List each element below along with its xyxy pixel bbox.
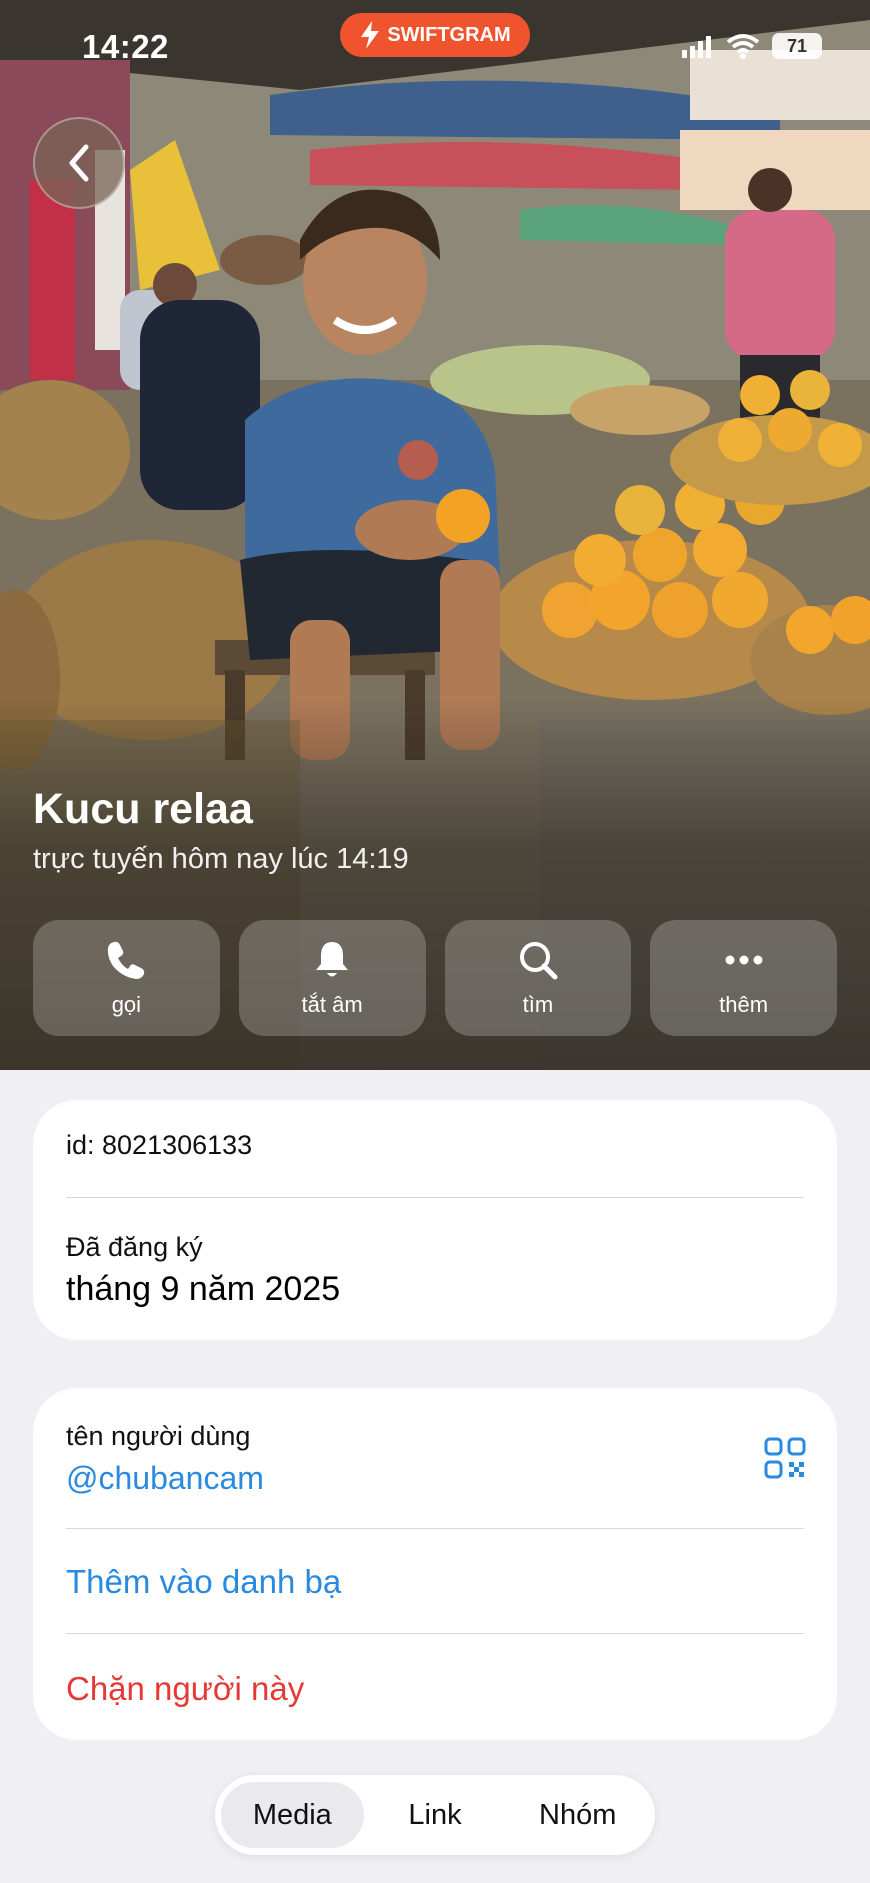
status-icons: 71 xyxy=(682,33,822,59)
chevron-left-icon xyxy=(69,144,89,182)
last-seen-status: trực tuyến hôm nay lúc 14:19 xyxy=(33,843,409,875)
divider xyxy=(66,1633,804,1634)
wifi-icon xyxy=(726,34,760,59)
info-card: id: 8021306133 Đã đăng ký tháng 9 năm 20… xyxy=(33,1100,837,1340)
mute-label: tắt âm xyxy=(301,992,363,1017)
phone-icon xyxy=(108,941,145,979)
swiftgram-label: SWIFTGRAM xyxy=(387,23,511,46)
profile-name: Kucu relaa xyxy=(33,785,253,833)
profile-photo-header xyxy=(0,0,870,1070)
media-tab-bar: Media Link Nhóm xyxy=(215,1775,655,1855)
lightning-icon xyxy=(361,21,380,49)
registered-value: tháng 9 năm 2025 xyxy=(66,1270,341,1308)
call-label: gọi xyxy=(111,992,142,1017)
action-buttons: gọi tắt âm tìm thêm xyxy=(33,920,837,1036)
bell-icon xyxy=(316,942,349,977)
more-label: thêm xyxy=(719,992,769,1017)
back-button[interactable] xyxy=(33,117,125,209)
registered-label: Đã đăng ký xyxy=(66,1232,203,1262)
username-value[interactable]: @chubancam xyxy=(66,1460,804,1497)
divider xyxy=(66,1528,804,1529)
search-label: tìm xyxy=(522,992,554,1017)
qr-code-icon[interactable] xyxy=(763,1436,807,1480)
call-button[interactable]: gọi xyxy=(33,920,220,1036)
user-id[interactable]: id: 8021306133 xyxy=(66,1130,804,1161)
username-label: tên người dùng xyxy=(66,1421,251,1451)
swiftgram-badge[interactable]: SWIFTGRAM xyxy=(340,13,530,57)
battery-indicator: 71 xyxy=(772,33,822,59)
divider xyxy=(66,1197,804,1198)
tab-link[interactable]: Link xyxy=(364,1782,507,1848)
more-button[interactable]: thêm xyxy=(650,920,837,1036)
more-icon xyxy=(725,955,763,965)
status-time: 14:22 xyxy=(82,28,169,65)
block-user-button[interactable]: Chặn người này xyxy=(66,1670,804,1708)
search-button[interactable]: tìm xyxy=(444,920,632,1036)
tab-media[interactable]: Media xyxy=(221,1782,364,1848)
add-to-contacts-button[interactable]: Thêm vào danh bạ xyxy=(66,1563,804,1601)
username-card: tên người dùng @chubancam Thêm vào danh … xyxy=(33,1388,837,1740)
signal-icon xyxy=(682,36,711,58)
search-icon xyxy=(519,942,558,980)
tab-groups[interactable]: Nhóm xyxy=(506,1782,649,1848)
mute-button[interactable]: tắt âm xyxy=(238,920,426,1036)
